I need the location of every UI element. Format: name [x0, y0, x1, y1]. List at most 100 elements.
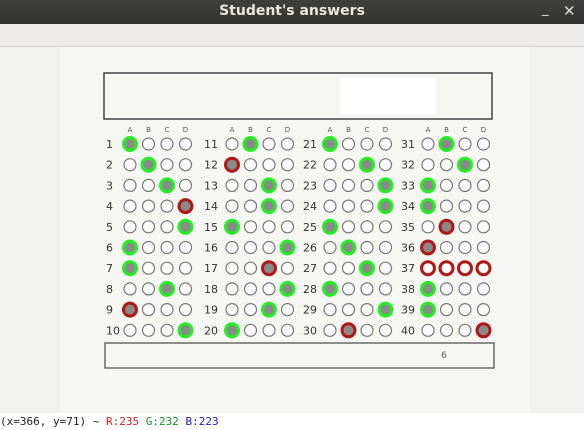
close-button[interactable]: ✕ — [563, 2, 576, 20]
cursor-coordinates: (x=366, y=71) ~ — [0, 415, 100, 428]
question-number: 21 — [303, 138, 317, 151]
question-number: 28 — [303, 283, 317, 296]
answer-bubble — [458, 220, 472, 234]
answer-bubble — [123, 220, 137, 234]
answer-bubble — [243, 158, 258, 172]
answer-bubble — [178, 137, 193, 151]
answer-bubble — [439, 282, 454, 296]
answer-bubble — [458, 282, 472, 296]
answer-bubble — [378, 282, 393, 296]
column-letter: C — [365, 126, 370, 134]
question-number: 22 — [303, 159, 317, 172]
answer-bubble — [360, 137, 374, 151]
question-number: 8 — [106, 283, 113, 296]
question-number: 27 — [303, 262, 317, 275]
answer-bubble — [458, 240, 472, 255]
answer-bubble — [141, 303, 156, 317]
answer-bubble — [341, 178, 356, 192]
answer-bubble — [160, 240, 174, 255]
column-letter: B — [146, 126, 151, 134]
answer-bubble — [160, 220, 174, 234]
answer-bubble — [421, 158, 435, 172]
question-number: 17 — [204, 262, 218, 275]
question-number: 26 — [303, 242, 317, 255]
question-number: 20 — [204, 324, 218, 337]
answer-bubble — [243, 323, 258, 337]
answer-bubble — [439, 240, 454, 255]
answer-bubble — [243, 282, 258, 296]
question-number: 31 — [401, 138, 415, 151]
answer-bubble — [378, 158, 393, 172]
answer-bubble — [123, 282, 137, 296]
minimize-button[interactable]: _ — [542, 2, 549, 17]
answer-bubble — [341, 199, 356, 213]
answer-bubble — [178, 282, 193, 296]
answer-bubble — [160, 199, 174, 213]
column-letter: C — [165, 126, 170, 134]
answer-bubble — [378, 137, 393, 151]
answer-bubble — [421, 220, 435, 234]
answer-bubble — [421, 323, 435, 337]
answer-bubble — [243, 261, 258, 275]
question-number: 11 — [204, 138, 218, 151]
answer-bubble — [280, 323, 295, 337]
answer-bubble — [178, 158, 193, 172]
question-number: 37 — [401, 262, 415, 275]
pixel-green-value: G:232 — [145, 415, 179, 428]
answer-bubble — [439, 199, 454, 213]
answer-bubble — [262, 240, 276, 255]
question-number: 14 — [204, 200, 218, 213]
answer-bubble — [243, 178, 258, 192]
answer-bubble — [178, 240, 193, 255]
answer-bubble — [225, 199, 239, 213]
answer-bubble — [262, 137, 276, 151]
answer-bubble — [280, 199, 295, 213]
answer-bubble — [439, 158, 454, 172]
answer-bubble — [262, 220, 276, 234]
window-titlebar: Student's answers _ ✕ — [0, 0, 584, 24]
answer-bubble — [341, 220, 356, 234]
answer-bubble — [262, 282, 276, 296]
answer-bubble — [141, 220, 156, 234]
answer-bubble — [360, 323, 374, 337]
answer-bubble — [323, 261, 337, 275]
question-number: 38 — [401, 283, 415, 296]
question-number: 13 — [204, 179, 218, 192]
column-letter: D — [183, 126, 188, 134]
answer-bubble — [378, 240, 393, 255]
answer-bubble — [178, 178, 193, 192]
answer-bubble — [378, 323, 393, 337]
answer-bubble — [225, 178, 239, 192]
question-number: 4 — [106, 200, 113, 213]
answer-bubble — [243, 220, 258, 234]
question-number: 6 — [106, 242, 113, 255]
answer-bubble — [123, 199, 137, 213]
answer-bubble — [243, 303, 258, 317]
answer-bubble — [323, 178, 337, 192]
answer-bubble — [439, 178, 454, 192]
answer-bubble — [476, 178, 491, 192]
answer-bubble — [280, 137, 295, 151]
answer-bubble — [323, 240, 337, 255]
question-number: 1 — [106, 138, 113, 151]
question-number: 18 — [204, 283, 218, 296]
answer-bubble — [178, 303, 193, 317]
answer-bubble — [141, 282, 156, 296]
column-letter: D — [285, 126, 290, 134]
column-letter: C — [267, 126, 272, 134]
column-letter: A — [328, 126, 333, 134]
pixel-blue-value: B:223 — [185, 415, 219, 428]
answer-bubble — [160, 261, 174, 275]
answer-bubble — [280, 261, 295, 275]
question-number: 19 — [204, 304, 218, 317]
answer-bubble — [360, 220, 374, 234]
answer-bubble — [476, 240, 491, 255]
answer-bubble — [280, 158, 295, 172]
answer-bubble — [225, 282, 239, 296]
question-number: 36 — [401, 242, 415, 255]
answer-bubble — [160, 158, 174, 172]
question-number: 40 — [401, 324, 415, 337]
question-number: 2 — [106, 159, 113, 172]
pixel-red-value: R:235 — [105, 415, 140, 428]
column-letter: D — [383, 126, 388, 134]
